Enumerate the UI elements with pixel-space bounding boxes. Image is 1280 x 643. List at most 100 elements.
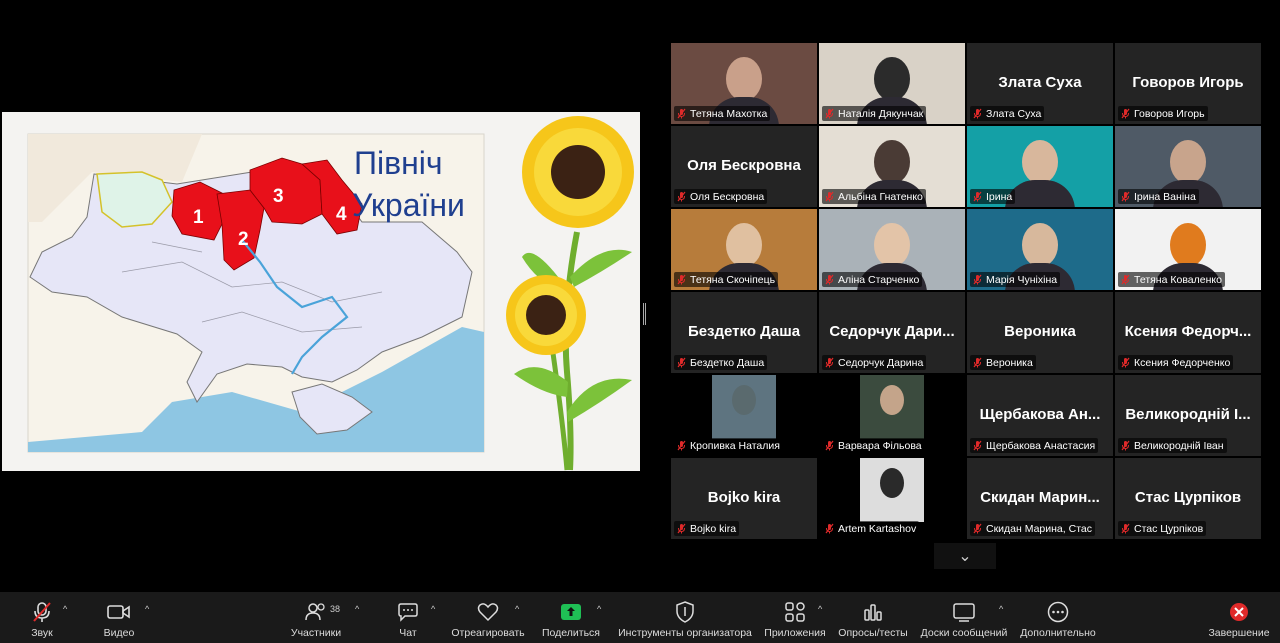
participant-display-name: Злата Суха	[998, 74, 1082, 91]
muted-mic-icon	[677, 357, 686, 368]
participant-tile[interactable]: Кропивка Наталия	[671, 375, 817, 456]
participant-tile[interactable]: Варвара Фільова	[819, 375, 965, 456]
participant-name: Щербакова Анастасия	[986, 439, 1096, 452]
participant-tile[interactable]: Скидан Марин... Скидан Марина, Стас	[967, 458, 1113, 539]
share-options-caret[interactable]: ^	[597, 604, 601, 614]
participant-name-label: Вероника	[970, 355, 1036, 370]
participant-tile[interactable]: Аліна Старченко	[819, 209, 965, 290]
whiteboards-options-caret[interactable]: ^	[999, 604, 1003, 614]
participant-tile[interactable]: Вероника Вероника	[967, 292, 1113, 373]
participants-label: Участники	[290, 627, 342, 639]
participant-tile[interactable]: Ксения Федорч... Ксения Федорченко	[1115, 292, 1261, 373]
shared-screen: 1 2 3 4 Північ України	[2, 112, 640, 471]
muted-mic-icon	[677, 191, 686, 202]
slide-title-line2: України	[352, 187, 465, 223]
participant-display-name: Говоров Игорь	[1132, 74, 1244, 91]
muted-mic-icon	[31, 600, 53, 624]
whiteboards-label: Доски сообщений	[920, 627, 1008, 639]
video-button[interactable]: Видео	[98, 592, 140, 643]
participant-tile[interactable]: Альбіна Гнатенко	[819, 126, 965, 207]
participant-name-label: Тетяна Скочіпець	[674, 272, 779, 287]
more-button[interactable]: Дополнительно	[1016, 592, 1100, 643]
participant-name: Artem Kartashov	[838, 522, 917, 535]
participant-tile[interactable]: Бездетко Даша Бездетко Даша	[671, 292, 817, 373]
resize-handle[interactable]	[643, 303, 646, 325]
whiteboard-icon	[953, 600, 975, 624]
participants-button[interactable]: Участники	[288, 592, 344, 643]
audio-label: Звук	[31, 627, 53, 639]
participant-display-name: Скидан Марин...	[980, 489, 1100, 506]
whiteboards-button[interactable]: Доски сообщений	[916, 592, 1012, 643]
participant-name-label: Альбіна Гнатенко	[822, 189, 926, 204]
participant-tile[interactable]: Седорчук Дари... Седорчук Дарина	[819, 292, 965, 373]
participant-tile[interactable]: Говоров Игорь Говоров Игорь	[1115, 43, 1261, 124]
host-tools-button[interactable]: Инструменты организатора	[616, 592, 754, 643]
participant-name: Ірина	[986, 190, 1013, 203]
apps-button[interactable]: Приложения	[762, 592, 828, 643]
participant-tile[interactable]: Ірина Ваніна	[1115, 126, 1261, 207]
participants-options-caret[interactable]: ^	[355, 604, 359, 614]
video-options-caret[interactable]: ^	[145, 604, 149, 614]
participant-tile[interactable]: Artem Kartashov	[819, 458, 965, 539]
apps-options-caret[interactable]: ^	[818, 604, 822, 614]
participant-name: Стас Цурпіков	[1134, 522, 1204, 535]
participant-tile[interactable]: Bojko kira Bojko kira	[671, 458, 817, 539]
participant-tile[interactable]: Великородній І... Великородній Іван	[1115, 375, 1261, 456]
more-label: Дополнительно	[1020, 627, 1096, 639]
chat-options-caret[interactable]: ^	[431, 604, 435, 614]
muted-mic-icon	[1121, 357, 1130, 368]
share-label: Поделиться	[542, 627, 600, 639]
participant-display-name: Бездетко Даша	[687, 323, 801, 340]
participants-count: 38	[330, 604, 341, 614]
participant-name: Аліна Старченко	[838, 273, 920, 286]
participant-display-name: Щербакова Ан...	[979, 406, 1101, 423]
shield-icon	[675, 600, 695, 624]
react-button[interactable]: Отреагировать	[448, 592, 528, 643]
host-tools-label: Инструменты организатора	[618, 627, 752, 639]
apps-icon	[784, 600, 806, 624]
participant-tile[interactable]: Ірина	[967, 126, 1113, 207]
region-number: 3	[273, 186, 284, 207]
react-options-caret[interactable]: ^	[515, 604, 519, 614]
participant-tile[interactable]: Тетяна Коваленко	[1115, 209, 1261, 290]
region-number: 2	[238, 229, 249, 250]
participant-name: Оля Бескровна	[690, 190, 765, 203]
participant-name-label: Ірина Ваніна	[1118, 189, 1199, 204]
participant-display-name: Великородній І...	[1125, 406, 1251, 423]
audio-options-caret[interactable]: ^	[63, 604, 67, 614]
muted-mic-icon	[1121, 523, 1130, 534]
muted-mic-icon	[1121, 191, 1130, 202]
participant-name: Злата Суха	[986, 107, 1042, 120]
participant-name-label: Тетяна Коваленко	[1118, 272, 1225, 287]
participant-name: Скидан Марина, Стас	[986, 522, 1092, 535]
muted-mic-icon	[825, 274, 834, 285]
participant-tile[interactable]: Щербакова Ан... Щербакова Анастасия	[967, 375, 1113, 456]
participant-name-label: Говоров Игорь	[1118, 106, 1208, 121]
participant-tile[interactable]: Злата Суха Злата Суха	[967, 43, 1113, 124]
muted-mic-icon	[1121, 108, 1130, 119]
participant-tile[interactable]: Тетяна Махотка	[671, 43, 817, 124]
end-meeting-button[interactable]: Завершение	[1206, 592, 1272, 643]
region-number: 4	[336, 204, 347, 225]
muted-mic-icon	[825, 523, 834, 534]
chat-icon	[397, 600, 419, 624]
muted-mic-icon	[677, 274, 686, 285]
participant-tile[interactable]: Оля Бескровна Оля Бескровна	[671, 126, 817, 207]
muted-mic-icon	[973, 274, 982, 285]
muted-mic-icon	[825, 108, 834, 119]
polls-button[interactable]: Опросы/тесты	[836, 592, 910, 643]
slide-title-line1: Північ	[354, 145, 443, 181]
muted-mic-icon	[825, 440, 834, 451]
participant-tile[interactable]: Марія Чуніхіна	[967, 209, 1113, 290]
participant-tile[interactable]: Тетяна Скочіпець	[671, 209, 817, 290]
slide-canvas: 1 2 3 4 Північ України	[27, 116, 634, 471]
audio-button[interactable]: Звук	[22, 592, 62, 643]
participant-name-label: Марія Чуніхіна	[970, 272, 1061, 287]
chat-button[interactable]: Чат	[392, 592, 424, 643]
participant-display-name: Ксения Федорч...	[1124, 323, 1252, 340]
share-button[interactable]: Поделиться	[538, 592, 604, 643]
participant-tile[interactable]: Стас Цурпіков Стас Цурпіков	[1115, 458, 1261, 539]
participant-tile[interactable]: Наталія Дякунчак	[819, 43, 965, 124]
participant-name-label: Bojko kira	[674, 521, 740, 536]
chevron-down-icon[interactable]: ⌄	[934, 543, 996, 569]
